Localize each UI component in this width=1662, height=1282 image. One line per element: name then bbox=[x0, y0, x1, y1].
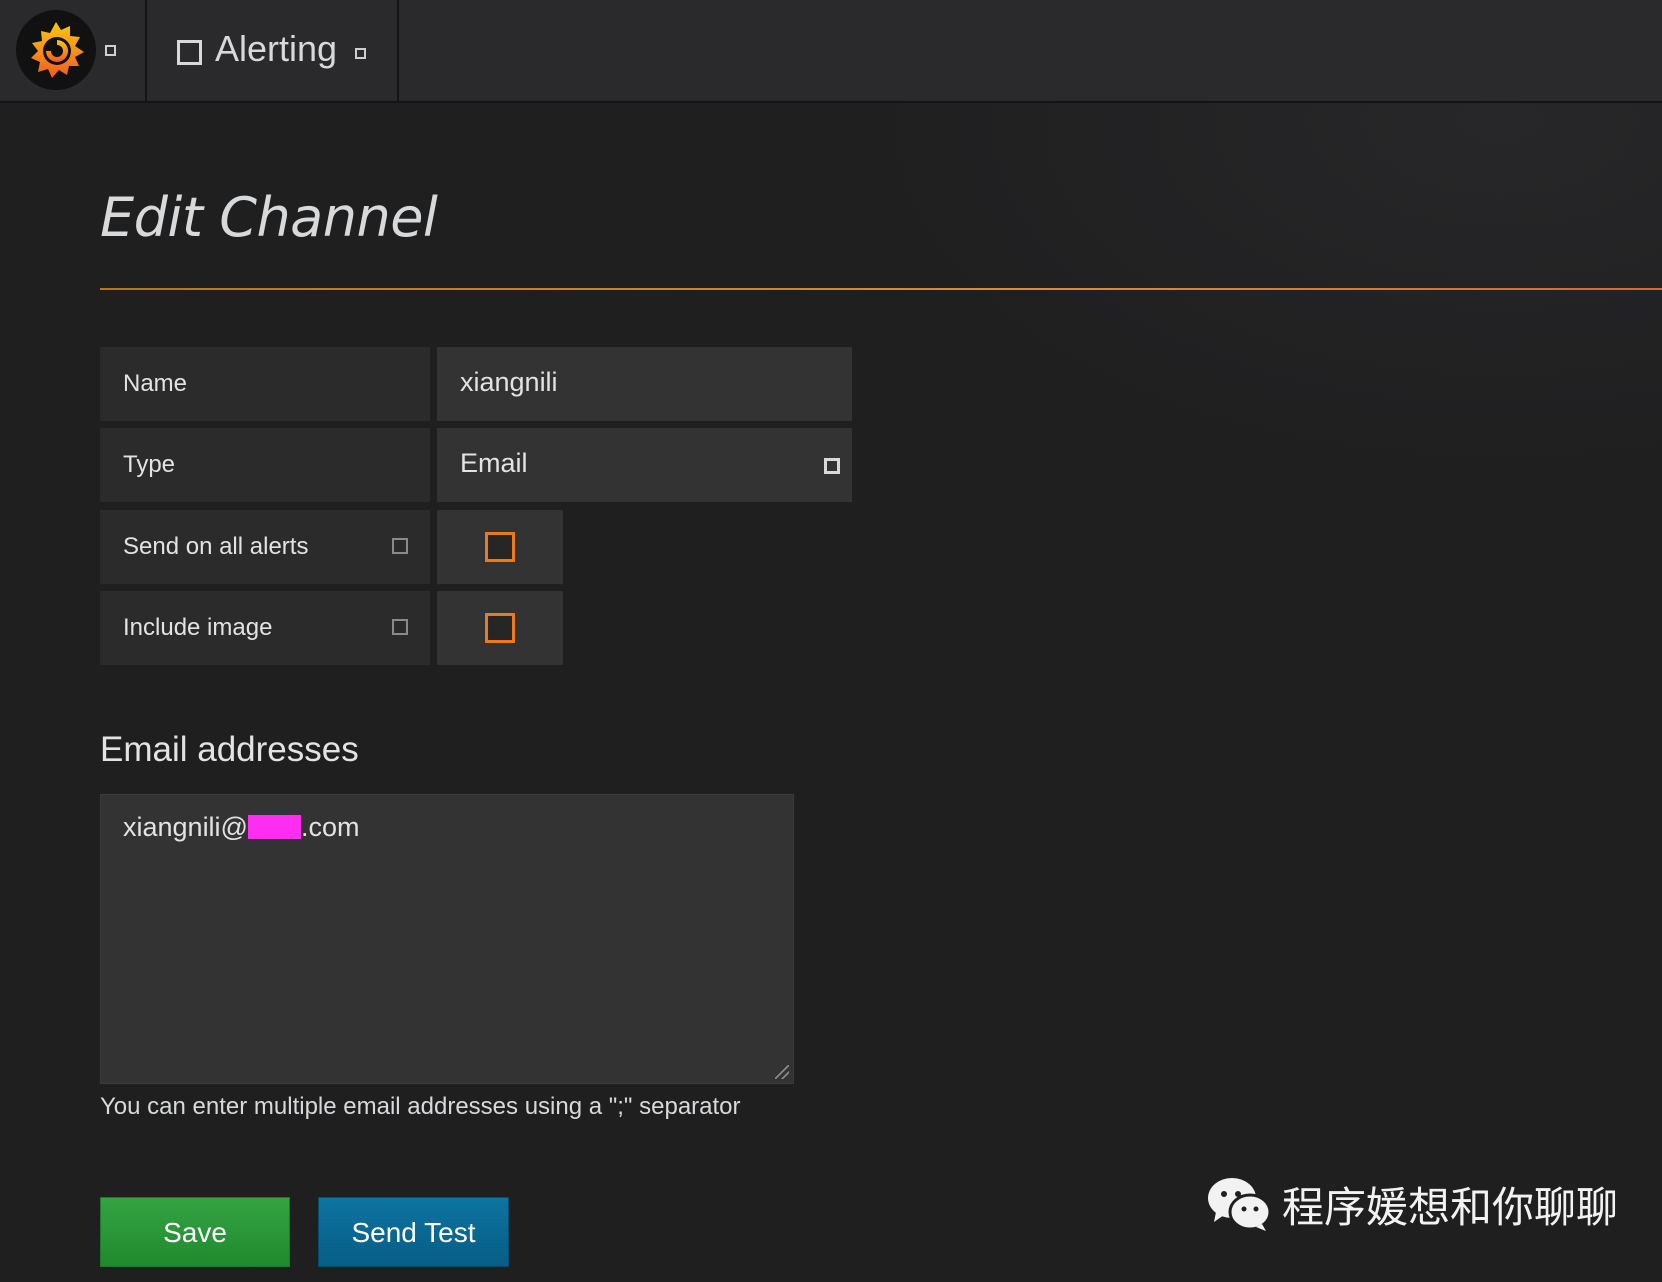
section-title: Alerting bbox=[215, 28, 338, 69]
email-help-text: You can enter multiple email addresses u… bbox=[100, 1093, 741, 1120]
email-value-suffix: .com bbox=[300, 812, 360, 842]
watermark-text: 程序媛想和你聊聊 bbox=[1282, 1182, 1619, 1232]
include-image-checkbox[interactable] bbox=[485, 613, 515, 643]
email-section-heading: Email addresses bbox=[100, 730, 359, 769]
include-image-label: Include image bbox=[100, 591, 430, 665]
include-image-checkbox-cell[interactable] bbox=[437, 591, 563, 665]
logo-menu[interactable] bbox=[0, 0, 147, 101]
send-all-label-text: Send on all alerts bbox=[123, 533, 309, 560]
bell-icon bbox=[177, 40, 202, 65]
page-title: Edit Channel bbox=[100, 186, 438, 249]
include-image-label-text: Include image bbox=[123, 614, 273, 641]
type-label: Type bbox=[100, 428, 430, 502]
send-test-button[interactable]: Send Test bbox=[318, 1197, 509, 1267]
chevron-down-icon bbox=[824, 458, 840, 474]
resize-handle-icon[interactable] bbox=[775, 1065, 789, 1079]
email-value-prefix: xiangnili@ bbox=[123, 812, 248, 842]
send-all-checkbox[interactable] bbox=[485, 532, 515, 562]
send-all-label: Send on all alerts bbox=[100, 510, 430, 584]
wechat-icon bbox=[1208, 1178, 1272, 1231]
name-input[interactable]: xiangnili bbox=[437, 347, 852, 421]
info-icon[interactable] bbox=[392, 619, 408, 635]
redaction-mark bbox=[247, 815, 301, 839]
top-navbar: Alerting bbox=[0, 0, 1662, 103]
info-icon[interactable] bbox=[392, 538, 408, 554]
title-divider bbox=[100, 288, 1662, 290]
watermark: 程序媛想和你聊聊 bbox=[1206, 1176, 1618, 1232]
save-button[interactable]: Save bbox=[100, 1197, 290, 1267]
name-label: Name bbox=[100, 347, 430, 421]
send-all-checkbox-cell[interactable] bbox=[437, 510, 563, 584]
chevron-down-icon[interactable] bbox=[355, 48, 366, 59]
grafana-logo-icon[interactable] bbox=[16, 10, 96, 90]
type-select[interactable]: Email bbox=[437, 428, 852, 502]
email-addresses-textarea[interactable]: xiangnili@ .com bbox=[100, 794, 794, 1084]
type-select-value: Email bbox=[460, 448, 528, 478]
chevron-down-icon[interactable] bbox=[105, 45, 116, 56]
breadcrumb-alerting[interactable]: Alerting bbox=[147, 0, 399, 101]
